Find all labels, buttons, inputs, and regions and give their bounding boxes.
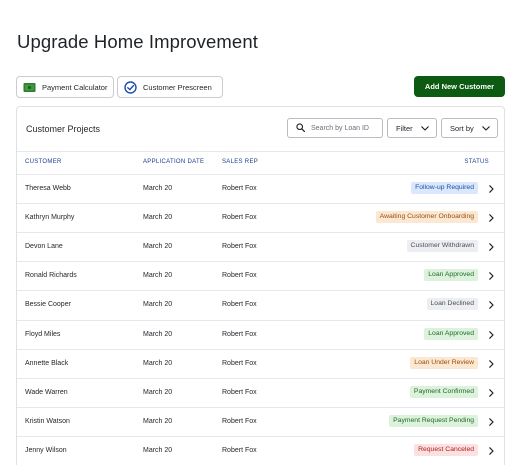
customer-name: Bessie Cooper: [25, 301, 71, 309]
sales-rep: Robert Fox: [222, 214, 257, 222]
status-badge: Payment Request Pending: [389, 414, 478, 427]
sales-rep: Robert Fox: [222, 185, 257, 192]
customer-name: Theresa Webb: [25, 185, 71, 192]
sort-label: Sort by: [450, 123, 474, 133]
sales-rep: Robert Fox: [222, 243, 257, 251]
chevron-down-icon: [421, 124, 429, 133]
customer-projects-card: Customer Projects Search by Loan ID Filt…: [16, 106, 505, 465]
status-badge: Follow-up Required: [411, 182, 478, 194]
customer-prescreen-label: Customer Prescreen: [143, 82, 212, 92]
sort-dropdown[interactable]: Sort by: [441, 118, 498, 138]
customer-name: Wade Warren: [25, 388, 68, 396]
search-placeholder: Search by Loan ID: [311, 124, 369, 132]
filter-label: Filter: [396, 123, 413, 133]
sales-rep: Robert Fox: [222, 301, 257, 309]
status-badge: Customer Withdrawn: [406, 240, 478, 253]
application-date: March 20: [143, 185, 173, 192]
table-row[interactable]: Kristin Watson March 20 Robert Fox Payment …: [17, 406, 504, 436]
application-date: March 20: [143, 417, 173, 425]
chevron-right-icon[interactable]: [486, 416, 496, 428]
sales-rep: Robert Fox: [222, 359, 257, 367]
chevron-right-icon[interactable]: [486, 387, 496, 399]
status-badge: Loan Approved: [424, 269, 478, 282]
money-icon: [22, 80, 36, 94]
card-title: Customer Projects: [26, 124, 101, 134]
check-circle-icon: [123, 80, 137, 94]
customer-name: Ronald Richards: [25, 272, 77, 280]
table-row[interactable]: Wade Warren March 20 Robert Fox Payment Con…: [17, 377, 504, 407]
payment-calculator-label: Payment Calculator: [42, 82, 108, 92]
application-date: March 20: [143, 272, 173, 280]
column-header-customer[interactable]: CUSTOMER: [25, 159, 62, 165]
application-date: March 20: [143, 214, 173, 222]
filter-dropdown[interactable]: Filter: [387, 118, 437, 138]
table-header: CUSTOMER APPLICATION DATE SALES REP STAT…: [17, 151, 504, 174]
application-date: March 20: [143, 243, 173, 251]
customer-name: Floyd Miles: [25, 330, 61, 338]
application-date: March 20: [143, 446, 173, 454]
status-badge: Awaiting Customer Onboarding: [375, 211, 478, 224]
sales-rep: Robert Fox: [222, 417, 257, 425]
sales-rep: Robert Fox: [222, 388, 257, 396]
page-title: Upgrade Home Improvement: [17, 31, 258, 52]
table-row[interactable]: Kathryn Murphy March 20 Robert Fox Awaiting…: [17, 203, 504, 232]
table-row[interactable]: Jenny Wilson March 20 Robert Fox Request Ca…: [17, 435, 504, 465]
search-icon: [296, 119, 305, 137]
chevron-right-icon[interactable]: [486, 299, 496, 311]
application-date: March 20: [143, 359, 173, 367]
chevron-right-icon[interactable]: [486, 270, 496, 282]
column-header-status[interactable]: STATUS: [464, 159, 489, 165]
status-badge: Loan Declined: [426, 298, 478, 311]
chevron-right-icon[interactable]: [486, 241, 496, 253]
chevron-right-icon[interactable]: [486, 183, 496, 195]
application-date: March 20: [143, 388, 173, 396]
customer-name: Annette Black: [25, 359, 69, 367]
status-badge: Loan Under Review: [410, 356, 478, 369]
customer-prescreen-button[interactable]: Customer Prescreen: [117, 76, 223, 98]
add-new-customer-button[interactable]: Add New Customer: [414, 76, 505, 97]
table-row[interactable]: Devon Lane March 20 Robert Fox Customer Wit…: [17, 232, 504, 261]
search-input[interactable]: Search by Loan ID: [287, 118, 383, 138]
table-row[interactable]: Annette Black March 20 Robert Fox Loan Unde…: [17, 348, 504, 378]
chevron-down-icon: [482, 124, 490, 133]
chevron-right-icon[interactable]: [486, 212, 496, 224]
status-badge: Request Canceled: [414, 443, 478, 456]
table-row[interactable]: Floyd Miles March 20 Robert Fox Loan Approv…: [17, 319, 504, 349]
payment-calculator-button[interactable]: Payment Calculator: [16, 76, 114, 98]
chevron-right-icon[interactable]: [486, 358, 496, 370]
application-date: March 20: [143, 330, 173, 338]
table-row[interactable]: Bessie Cooper March 20 Robert Fox Loan Decl…: [17, 290, 504, 319]
customer-name: Kristin Watson: [25, 417, 70, 425]
status-badge: Loan Approved: [424, 327, 478, 340]
column-header-application-date[interactable]: APPLICATION DATE: [143, 159, 204, 165]
customer-name: Kathryn Murphy: [25, 214, 75, 222]
column-header-sales-rep[interactable]: SALES REP: [222, 159, 258, 165]
status-badge: Payment Confirmed: [409, 385, 478, 398]
customer-name: Jenny Wilson: [25, 446, 67, 454]
application-date: March 20: [143, 301, 173, 309]
chevron-right-icon[interactable]: [486, 329, 496, 341]
sales-rep: Robert Fox: [222, 330, 257, 338]
sales-rep: Robert Fox: [222, 446, 257, 454]
table-row[interactable]: Ronald Richards March 20 Robert Fox Loan Ap…: [17, 261, 504, 290]
table-row[interactable]: Theresa Webb March 20 Robert Fox Follow-up …: [17, 174, 504, 203]
customer-name: Devon Lane: [25, 243, 63, 251]
sales-rep: Robert Fox: [222, 272, 257, 280]
chevron-right-icon[interactable]: [486, 445, 496, 457]
